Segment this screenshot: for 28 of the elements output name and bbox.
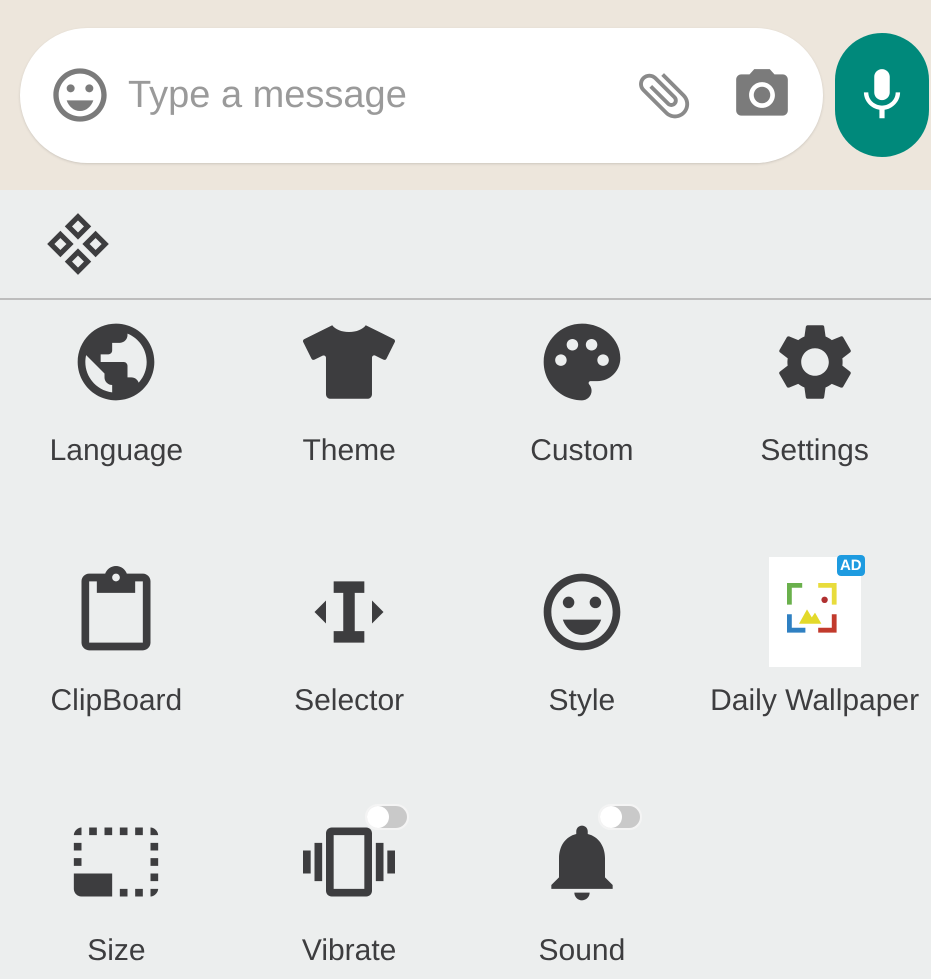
tool-label: Size: [87, 933, 146, 969]
tool-label: Custom: [530, 433, 634, 469]
tool-label: ClipBoard: [50, 683, 182, 719]
tool-label: Language: [50, 433, 184, 469]
tool-label: Style: [548, 683, 616, 719]
toolbar-tool[interactable]: Sound: [466, 804, 698, 979]
toolbar-tool[interactable]: Theme: [232, 304, 466, 554]
toggle-switch[interactable]: [365, 804, 410, 830]
toolbar-tool[interactable]: Size: [0, 804, 233, 979]
message-input[interactable]: Type a message: [128, 66, 617, 124]
toolbar-tool[interactable]: Style: [466, 554, 698, 804]
tool-label: Settings: [760, 433, 869, 469]
ad-badge: AD: [836, 555, 865, 576]
toggle-switch[interactable]: [598, 804, 642, 830]
toolbar-tool[interactable]: Selector: [232, 554, 466, 804]
toolbar-tool[interactable]: Settings: [698, 304, 931, 554]
toolbar-tool[interactable]: ClipBoard: [0, 554, 233, 804]
tool-label: Selector: [294, 683, 404, 719]
message-field[interactable]: Type a message: [20, 28, 823, 162]
toolbar-tool[interactable]: Vibrate: [232, 804, 466, 979]
tool-label: Sound: [538, 933, 626, 969]
toolbar-tool[interactable]: Language: [0, 304, 233, 554]
tool-label: Theme: [302, 433, 396, 469]
tool-label: Vibrate: [302, 933, 396, 969]
toolbar-tool[interactable]: Custom: [466, 304, 698, 554]
apps-icon[interactable]: [46, 212, 110, 276]
toolbar-tool[interactable]: AD Daily Wallpaper: [698, 554, 931, 804]
tool-label: Daily Wallpaper: [710, 683, 920, 719]
